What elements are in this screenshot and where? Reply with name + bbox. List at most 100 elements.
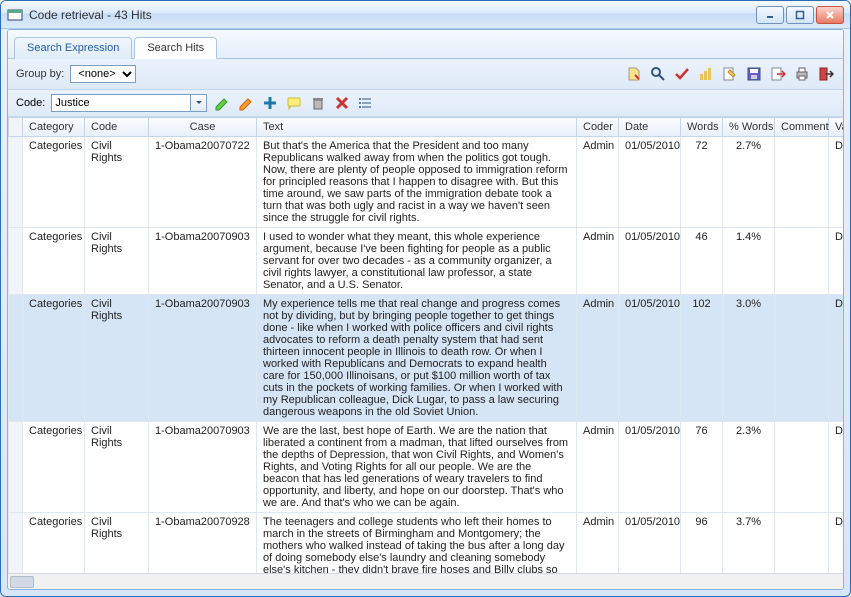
- save-icon[interactable]: [745, 65, 763, 83]
- cell-text: The teenagers and college students who l…: [257, 513, 577, 574]
- cell-code: Civil Rights: [85, 513, 149, 574]
- horizontal-scrollbar[interactable]: [8, 573, 843, 589]
- app-icon: [7, 7, 23, 23]
- list-icon[interactable]: [357, 94, 375, 112]
- retrieve-icon[interactable]: [625, 65, 643, 83]
- header-words[interactable]: Words: [681, 118, 723, 137]
- cell-code: Civil Rights: [85, 228, 149, 295]
- code-label: Code:: [16, 97, 45, 109]
- cell-var: DOC: [829, 513, 844, 574]
- edit-icon[interactable]: [721, 65, 739, 83]
- cell-pwords: 2.7%: [723, 137, 775, 228]
- cell-case: 1-Obama20070722: [149, 137, 257, 228]
- header-category[interactable]: Category: [23, 118, 85, 137]
- add-code-icon[interactable]: [261, 94, 279, 112]
- cell-category: Categories: [23, 422, 85, 513]
- cell-comment: [775, 295, 829, 422]
- header-comment[interactable]: Comment: [775, 118, 829, 137]
- export-icon[interactable]: [769, 65, 787, 83]
- print-icon[interactable]: [793, 65, 811, 83]
- cell-pwords: 1.4%: [723, 228, 775, 295]
- cell-var: DOC: [829, 228, 844, 295]
- titlebar[interactable]: Code retrieval - 43 Hits: [1, 1, 850, 29]
- cell-comment: [775, 137, 829, 228]
- cell-text: We are the last, best hope of Earth. We …: [257, 422, 577, 513]
- toolbar-primary: Group by: <none>: [8, 59, 843, 90]
- table-row[interactable]: CategoriesCivil Rights1-Obama20070928The…: [9, 513, 844, 574]
- cell-coder: Admin: [577, 228, 619, 295]
- cell-text: My experience tells me that real change …: [257, 295, 577, 422]
- results-grid[interactable]: Category Code Case Text Coder Date Words…: [8, 117, 843, 573]
- delete-icon[interactable]: [309, 94, 327, 112]
- header-code[interactable]: Code: [85, 118, 149, 137]
- minimize-button[interactable]: [756, 6, 784, 24]
- header-var[interactable]: Var: [829, 118, 844, 137]
- maximize-button[interactable]: [786, 6, 814, 24]
- cell-case: 1-Obama20070903: [149, 228, 257, 295]
- cell-pwords: 3.7%: [723, 513, 775, 574]
- cell-words: 96: [681, 513, 723, 574]
- cell-text: But that's the America that the Presiden…: [257, 137, 577, 228]
- tab-bar: Search Expression Search Hits: [8, 30, 843, 59]
- cell-date: 01/05/2010: [619, 228, 681, 295]
- cell-case: 1-Obama20070928: [149, 513, 257, 574]
- row-selector[interactable]: [9, 513, 23, 574]
- close-button[interactable]: [816, 6, 844, 24]
- exit-icon[interactable]: [817, 65, 835, 83]
- highlight-orange-icon[interactable]: [237, 94, 255, 112]
- cell-date: 01/05/2010: [619, 422, 681, 513]
- header-date[interactable]: Date: [619, 118, 681, 137]
- group-by-select[interactable]: <none>: [70, 65, 136, 83]
- row-selector[interactable]: [9, 422, 23, 513]
- cell-date: 01/05/2010: [619, 295, 681, 422]
- cell-coder: Admin: [577, 422, 619, 513]
- row-selector[interactable]: [9, 228, 23, 295]
- header-row: Category Code Case Text Coder Date Words…: [9, 118, 844, 137]
- header-coder[interactable]: Coder: [577, 118, 619, 137]
- cell-category: Categories: [23, 228, 85, 295]
- chart-icon[interactable]: [697, 65, 715, 83]
- remove-x-icon[interactable]: [333, 94, 351, 112]
- header-case[interactable]: Case: [149, 118, 257, 137]
- cell-code: Civil Rights: [85, 422, 149, 513]
- table-row[interactable]: CategoriesCivil Rights1-Obama20070903My …: [9, 295, 844, 422]
- highlight-green-icon[interactable]: [213, 94, 231, 112]
- header-rowselector[interactable]: [9, 118, 23, 137]
- cell-coder: Admin: [577, 513, 619, 574]
- row-selector[interactable]: [9, 137, 23, 228]
- cell-coder: Admin: [577, 137, 619, 228]
- tab-search-expression[interactable]: Search Expression: [14, 37, 132, 59]
- tab-search-hits[interactable]: Search Hits: [134, 37, 217, 59]
- cell-date: 01/05/2010: [619, 137, 681, 228]
- cell-var: DOC: [829, 422, 844, 513]
- code-input[interactable]: [51, 94, 191, 112]
- cell-case: 1-Obama20070903: [149, 422, 257, 513]
- table-row[interactable]: CategoriesCivil Rights1-Obama20070903I u…: [9, 228, 844, 295]
- comment-icon[interactable]: [285, 94, 303, 112]
- cell-category: Categories: [23, 513, 85, 574]
- code-dropdown-button[interactable]: [191, 94, 207, 112]
- table-row[interactable]: CategoriesCivil Rights1-Obama20070903We …: [9, 422, 844, 513]
- window-title: Code retrieval - 43 Hits: [29, 8, 756, 22]
- scrollbar-thumb[interactable]: [10, 576, 34, 588]
- header-pwords[interactable]: % Words: [723, 118, 775, 137]
- check-icon[interactable]: [673, 65, 691, 83]
- table-row[interactable]: CategoriesCivil Rights1-Obama20070722But…: [9, 137, 844, 228]
- app-window: Code retrieval - 43 Hits Search Expressi…: [0, 0, 851, 597]
- cell-pwords: 2.3%: [723, 422, 775, 513]
- cell-words: 76: [681, 422, 723, 513]
- cell-comment: [775, 228, 829, 295]
- row-selector[interactable]: [9, 295, 23, 422]
- header-text[interactable]: Text: [257, 118, 577, 137]
- cell-words: 46: [681, 228, 723, 295]
- cell-var: DOC: [829, 137, 844, 228]
- group-by-label: Group by:: [16, 68, 64, 80]
- cell-coder: Admin: [577, 295, 619, 422]
- cell-comment: [775, 513, 829, 574]
- client-area: Search Expression Search Hits Group by: …: [7, 29, 844, 590]
- cell-text: I used to wonder what they meant, this w…: [257, 228, 577, 295]
- zoom-icon[interactable]: [649, 65, 667, 83]
- cell-words: 102: [681, 295, 723, 422]
- cell-comment: [775, 422, 829, 513]
- cell-pwords: 3.0%: [723, 295, 775, 422]
